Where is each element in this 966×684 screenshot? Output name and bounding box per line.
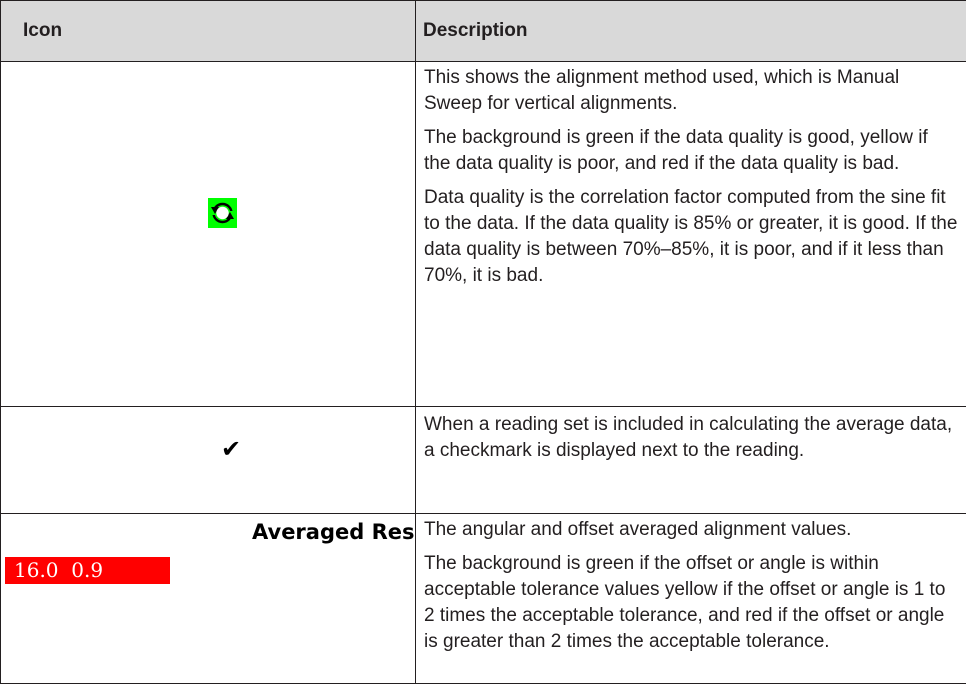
badge-angular-value: 16.0 [14, 558, 59, 582]
description-paragraph: This shows the alignment method used, wh… [416, 65, 966, 117]
header-description: Description [416, 1, 966, 62]
icon-cell: Averaged Resul 16.0 0.9 [1, 514, 416, 684]
badge-offset-value: 0.9 [71, 558, 103, 582]
header-icon: Icon [1, 1, 416, 62]
description-paragraph: Data quality is the correlation factor c… [416, 185, 966, 289]
description-cell: This shows the alignment method used, wh… [416, 62, 966, 407]
icon-description-table: Icon Description This shows the alignmen… [0, 0, 966, 684]
icon-cell [1, 62, 416, 407]
table-row: ✔ When a reading set is included in calc… [1, 407, 966, 514]
table-row: This shows the alignment method used, wh… [1, 62, 966, 407]
averaged-results-title: Averaged Resul [252, 520, 415, 544]
description-cell: The angular and offset averaged alignmen… [416, 514, 966, 684]
description-cell: When a reading set is included in calcul… [416, 407, 966, 514]
description-paragraph: When a reading set is included in calcul… [416, 412, 966, 464]
table-header-row: Icon Description [1, 1, 966, 62]
description-paragraph: The angular and offset averaged alignmen… [416, 517, 966, 543]
table-row: Averaged Resul 16.0 0.9 The angular and … [1, 514, 966, 684]
manual-sweep-icon [208, 198, 237, 228]
icon-cell: ✔ [1, 407, 416, 514]
description-paragraph: The background is green if the data qual… [416, 125, 966, 177]
averaged-results-badge: 16.0 0.9 [5, 557, 170, 584]
description-paragraph: The background is green if the offset or… [416, 551, 966, 655]
checkmark-icon: ✔ [221, 435, 241, 463]
